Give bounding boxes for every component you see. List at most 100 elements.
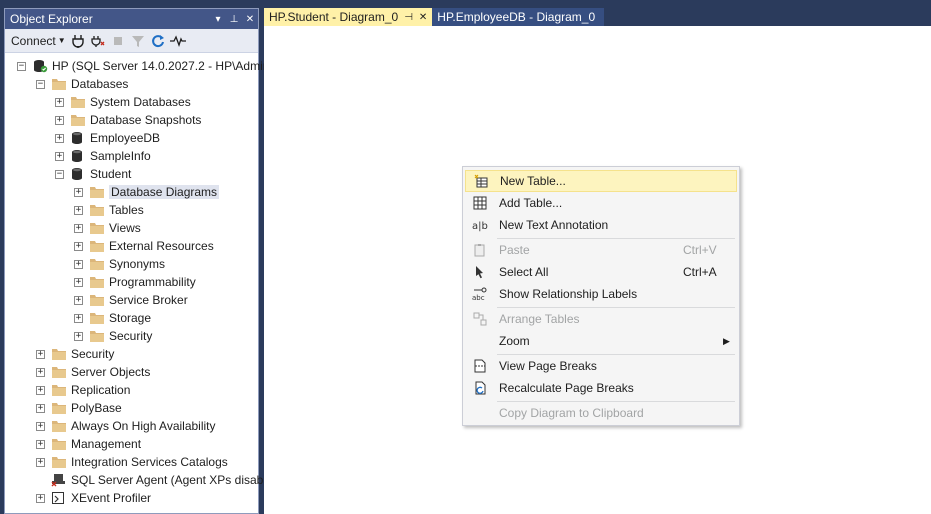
- submenu-arrow-icon: ▶: [723, 335, 730, 346]
- tree-node[interactable]: + Management: [36, 435, 141, 453]
- expand-icon[interactable]: +: [36, 385, 45, 395]
- collapse-icon[interactable]: −: [36, 79, 45, 89]
- expand-icon[interactable]: +: [74, 241, 83, 251]
- expand-icon[interactable]: +: [36, 457, 45, 467]
- expand-icon[interactable]: +: [36, 367, 45, 377]
- tree-node-label: System Databases: [90, 95, 191, 109]
- connect-plug-icon[interactable]: [70, 33, 86, 49]
- tree-node[interactable]: + PolyBase: [36, 399, 122, 417]
- object-explorer-toolbar: Connect ▼: [5, 29, 258, 53]
- object-explorer-tree: − HP (SQL Server 14.0.2027.2 - HP\Admin − D…: [5, 53, 269, 505]
- tree-node-label: EmployeeDB: [90, 131, 161, 145]
- folder-icon: [70, 95, 86, 109]
- expand-icon[interactable]: +: [74, 295, 83, 305]
- tree-node[interactable]: + Replication: [36, 381, 130, 399]
- disconnect-plug-icon[interactable]: [90, 33, 106, 49]
- tree-node[interactable]: − HP (SQL Server 14.0.2027.2 - HP\Admin: [17, 57, 269, 75]
- tab-student-diagram[interactable]: HP.Student - Diagram_0 ⊣ ✕: [264, 8, 433, 26]
- expand-icon[interactable]: +: [74, 187, 83, 197]
- tree-node[interactable]: + Service Broker: [74, 291, 188, 309]
- expand-icon[interactable]: +: [36, 403, 45, 413]
- tree-node[interactable]: + System Databases: [55, 93, 191, 111]
- tree-node[interactable]: + Database Diagrams: [74, 183, 220, 201]
- tree-node[interactable]: SQL Server Agent (Agent XPs disabl: [36, 471, 266, 489]
- tree-node-label: Service Broker: [109, 293, 188, 307]
- menu-item-view-page-breaks[interactable]: View Page Breaks: [465, 355, 737, 377]
- tree-node[interactable]: + Database Snapshots: [55, 111, 201, 129]
- tree-node[interactable]: + Tables: [74, 201, 144, 219]
- pin-tab-icon[interactable]: ⊣: [404, 12, 413, 23]
- menu-item-shortcut: Ctrl+A: [683, 265, 717, 279]
- expand-icon[interactable]: +: [36, 439, 45, 449]
- menu-item-new-text-annotation[interactable]: a|b New Text Annotation: [465, 214, 737, 236]
- tree-node[interactable]: + Integration Services Catalogs: [36, 453, 228, 471]
- expand-icon[interactable]: +: [74, 331, 83, 341]
- svg-text:abc: abc: [472, 294, 485, 301]
- folder-icon: [51, 419, 67, 433]
- activity-monitor-icon[interactable]: [169, 33, 186, 49]
- expand-icon[interactable]: +: [55, 97, 64, 107]
- sql-agent-icon: [51, 473, 67, 487]
- paste-icon: [469, 239, 491, 261]
- xevent-profiler-icon: [51, 491, 67, 505]
- folder-icon: [51, 347, 67, 361]
- tree-node[interactable]: + Views: [74, 219, 141, 237]
- tree-node[interactable]: + XEvent Profiler: [36, 489, 151, 507]
- stop-icon[interactable]: [110, 33, 126, 49]
- collapse-icon[interactable]: −: [55, 169, 64, 179]
- menu-item-label: Arrange Tables: [499, 312, 580, 326]
- tree-node[interactable]: + External Resources: [74, 237, 214, 255]
- expand-icon[interactable]: +: [36, 349, 45, 359]
- menu-item-recalculate-page-breaks[interactable]: Recalculate Page Breaks: [465, 377, 737, 399]
- folder-icon: [51, 401, 67, 415]
- menu-item-select-all[interactable]: Select All Ctrl+A: [465, 261, 737, 283]
- new-table-icon: [470, 170, 492, 192]
- collapse-icon[interactable]: −: [17, 61, 26, 71]
- tree-node-label: Security: [109, 329, 153, 343]
- tree-node[interactable]: + Security: [36, 345, 114, 363]
- menu-item-label: Add Table...: [499, 196, 563, 210]
- svg-text:a|b: a|b: [472, 221, 488, 232]
- connect-button[interactable]: Connect ▼: [11, 34, 66, 48]
- tree-node[interactable]: + Always On High Availability: [36, 417, 216, 435]
- menu-item-label: Copy Diagram to Clipboard: [499, 406, 644, 420]
- expand-icon[interactable]: +: [36, 421, 45, 431]
- filter-icon[interactable]: [130, 33, 146, 49]
- folder-icon: [89, 221, 105, 235]
- menu-item-zoom[interactable]: Zoom ▶: [465, 330, 737, 352]
- expand-icon[interactable]: +: [74, 205, 83, 215]
- expand-icon[interactable]: +: [74, 277, 83, 287]
- expand-icon[interactable]: +: [55, 151, 64, 161]
- tree-node[interactable]: + EmployeeDB: [55, 129, 160, 147]
- tree-node[interactable]: − Databases: [36, 75, 128, 93]
- tree-node[interactable]: − Student: [55, 165, 131, 183]
- expand-icon[interactable]: +: [74, 223, 83, 233]
- tree-node[interactable]: + Server Objects: [36, 363, 150, 381]
- tree-node[interactable]: + Security: [74, 327, 152, 345]
- tree-node[interactable]: + SampleInfo: [55, 147, 151, 165]
- menu-item-add-table[interactable]: Add Table...: [465, 192, 737, 214]
- expand-icon[interactable]: +: [74, 259, 83, 269]
- menu-item-shortcut: Ctrl+V: [683, 243, 717, 257]
- menu-item-label: View Page Breaks: [499, 359, 597, 373]
- tree-node[interactable]: + Synonyms: [74, 255, 165, 273]
- expand-icon[interactable]: +: [55, 115, 64, 125]
- expand-icon[interactable]: +: [55, 133, 64, 143]
- tab-employeedb-diagram[interactable]: HP.EmployeeDB - Diagram_0: [432, 8, 605, 26]
- expand-icon[interactable]: +: [74, 313, 83, 323]
- menu-item-label: Select All: [499, 265, 549, 279]
- folder-icon: [89, 311, 105, 325]
- menu-item-show-relationship-labels[interactable]: abc Show Relationship Labels: [465, 283, 737, 305]
- expand-icon[interactable]: +: [36, 493, 45, 503]
- close-icon[interactable]: ✕: [242, 14, 258, 25]
- refresh-icon[interactable]: [150, 33, 166, 49]
- tree-node-label: HP (SQL Server 14.0.2027.2 - HP\Admin: [52, 59, 270, 73]
- menu-item-new-table[interactable]: New Table...: [465, 170, 737, 192]
- tree-node[interactable]: + Storage: [74, 309, 151, 327]
- window-position-dropdown-icon[interactable]: ▾: [210, 14, 226, 25]
- auto-hide-pin-icon[interactable]: ⊥: [226, 14, 242, 25]
- tree-node[interactable]: + Programmability: [74, 273, 196, 291]
- tree-node-label: PolyBase: [71, 401, 122, 415]
- close-tab-icon[interactable]: ✕: [419, 12, 427, 23]
- tree-node-label: Server Objects: [71, 365, 151, 379]
